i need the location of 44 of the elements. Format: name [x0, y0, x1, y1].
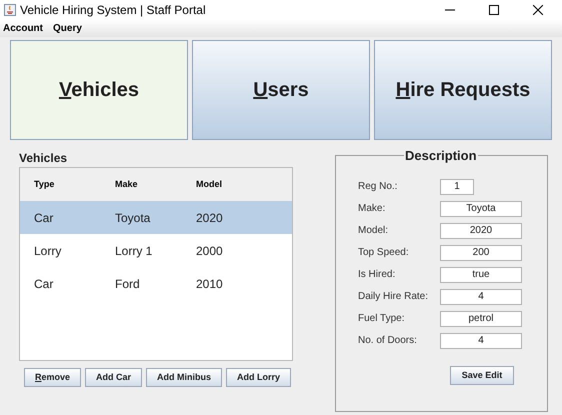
save-edit-button[interactable]: Save Edit [450, 366, 514, 385]
action-button[interactable]: Remove [24, 368, 82, 387]
field-label: Model: [358, 224, 390, 238]
group-title: Description [404, 148, 478, 163]
section-tab[interactable]: Hire Requests [374, 40, 552, 140]
menu-item[interactable]: Account [3, 21, 43, 36]
panel-title: Vehicles [19, 150, 68, 167]
column-header: Type [33, 178, 56, 191]
field-label: No. of Doors: [358, 334, 418, 348]
field-label: Daily Hire Rate: [358, 290, 430, 304]
text-field[interactable]: Toyota [440, 200, 522, 216]
column-header: Model [195, 178, 223, 191]
text-field[interactable]: true [440, 266, 522, 282]
text-field[interactable]: 1 [440, 178, 474, 194]
table-cell-text: Toyota [114, 210, 152, 226]
table-cell-text: 2020 [195, 210, 224, 226]
table-cell-text: 2000 [195, 242, 224, 260]
menu-item[interactable]: Query [53, 21, 82, 36]
action-button[interactable]: Add Car [85, 368, 142, 387]
text-field[interactable]: 200 [440, 244, 522, 260]
field-label: Make: [358, 202, 386, 216]
action-button[interactable]: Add Lorry [226, 368, 292, 387]
section-tab[interactable]: Users [192, 40, 370, 140]
table-row[interactable]: Car Toyota 2020 [20, 201, 292, 234]
text-field[interactable]: 4 [440, 332, 522, 348]
table-cell-text: 2010 [195, 276, 224, 292]
table-cell-text: Lorry 1 [114, 242, 154, 260]
field-label: Is Hired: [358, 268, 396, 282]
table-cell-text: Lorry [33, 242, 62, 260]
field-label: Reg No.: [358, 180, 398, 194]
section-tab[interactable]: Vehicles [10, 40, 188, 140]
column-header: Make [114, 178, 139, 191]
maximize-icon [489, 5, 499, 15]
window-title: Vehicle Hiring System | Staff Portal [20, 2, 206, 19]
table-cell-text: Car [33, 210, 54, 226]
action-button[interactable]: Add Minibus [146, 368, 222, 387]
text-field[interactable]: petrol [440, 310, 522, 326]
field-label: Top Speed: [358, 246, 410, 260]
text-field[interactable]: 4 [440, 288, 522, 304]
table-cell-text: Car [33, 276, 54, 292]
table-cell-text: Ford [114, 276, 141, 292]
close-icon [533, 5, 543, 15]
text-field[interactable]: 2020 [440, 222, 522, 238]
field-label: Fuel Type: [358, 312, 406, 326]
